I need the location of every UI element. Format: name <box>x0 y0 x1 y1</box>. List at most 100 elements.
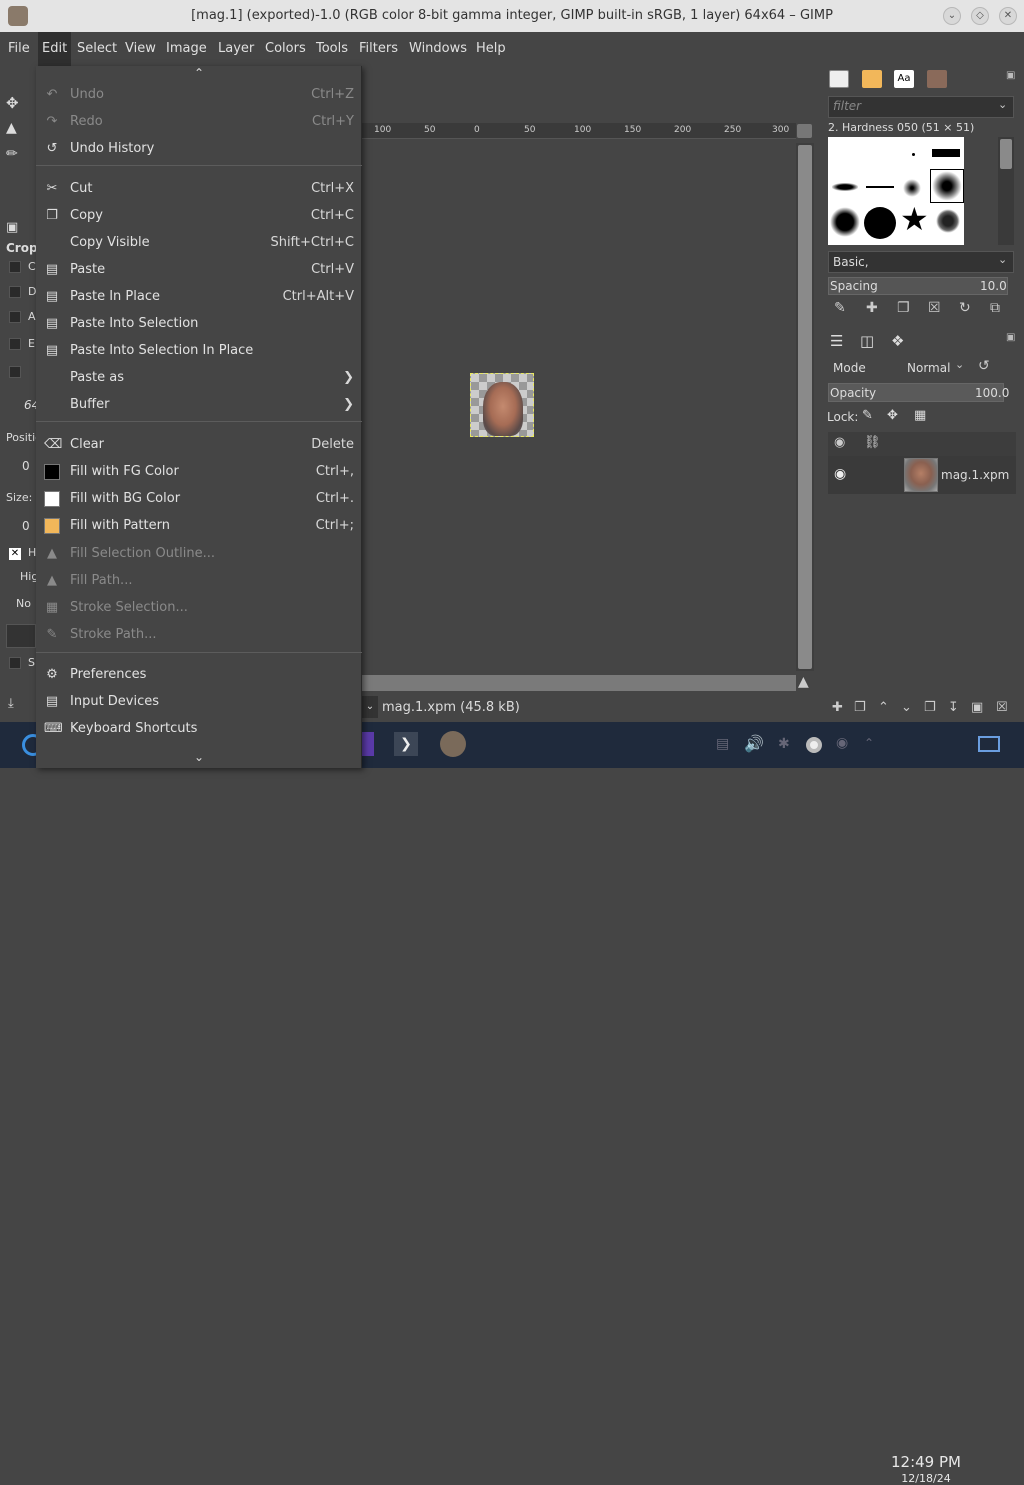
menu-item-undo[interactable]: ↶ Undo Ctrl+Z <box>36 81 362 108</box>
menu-item-undo-history[interactable]: ↺ Undo History <box>36 135 362 162</box>
pencil-tool-icon[interactable]: ✏ <box>6 146 18 162</box>
expand-tray-icon[interactable]: ⌃ <box>864 736 874 750</box>
menu-filters[interactable]: Filters <box>359 41 398 56</box>
close-button[interactable]: ✕ <box>999 7 1017 25</box>
canvas-area[interactable] <box>362 123 814 698</box>
new-brush-icon[interactable]: ✚ <box>866 300 878 316</box>
horizontal-scrollbar[interactable] <box>362 675 796 691</box>
menu-edit[interactable]: Edit <box>38 32 72 66</box>
menu-item-input-devices[interactable]: ▤ Input Devices <box>36 688 362 715</box>
image-canvas[interactable] <box>470 373 534 437</box>
highlight-checkbox[interactable]: ✕ <box>9 548 21 560</box>
volume-icon[interactable]: 🔊 <box>744 734 764 753</box>
eye-icon[interactable]: ◉ <box>834 466 846 482</box>
dock-menu-icon[interactable]: ▣ <box>1006 332 1015 343</box>
menu-item-fill-path[interactable]: ▲ Fill Path... <box>36 567 362 594</box>
menu-item-fill-bg[interactable]: Fill with BG Color Ctrl+. <box>36 485 362 512</box>
menu-file[interactable]: File <box>8 41 30 56</box>
patterns-tab-icon[interactable] <box>862 70 882 88</box>
menu-item-paste-into-selection[interactable]: ▤ Paste Into Selection <box>36 310 362 337</box>
menu-item-fill-pattern[interactable]: Fill with Pattern Ctrl+; <box>36 512 362 539</box>
size-w-value[interactable]: 0 <box>22 519 30 533</box>
delete-brush-icon[interactable]: ☒ <box>928 300 941 316</box>
navigate-icon[interactable]: ▲ <box>798 674 809 690</box>
layer-name[interactable]: mag.1.xpm <box>941 468 1009 482</box>
channels-tab-icon[interactable]: ◫ <box>860 332 874 350</box>
edit-brush-icon[interactable]: ✎ <box>834 300 846 316</box>
gimp-taskbar-icon[interactable] <box>440 731 466 757</box>
lock-position-icon[interactable]: ✥ <box>887 408 898 423</box>
dock-menu-icon[interactable]: ▣ <box>1006 70 1015 81</box>
new-layer-icon[interactable]: ✚ <box>832 700 843 715</box>
brush-thumb[interactable] <box>864 207 896 239</box>
clipboard-tray-icon[interactable]: ▤ <box>716 736 729 752</box>
menu-view[interactable]: View <box>125 41 156 56</box>
menu-item-copy-visible[interactable]: Copy Visible Shift+Ctrl+C <box>36 229 362 256</box>
menu-item-keyboard-shortcuts[interactable]: ⌨ Keyboard Shortcuts <box>36 715 362 742</box>
brush-thumb[interactable] <box>903 179 921 197</box>
reset-mode-icon[interactable]: ↺ <box>978 358 990 374</box>
lock-alpha-icon[interactable]: ▦ <box>914 408 926 423</box>
fill-tool-icon[interactable]: ▲ <box>6 120 17 136</box>
scroll-up-icon[interactable]: ⌃ <box>36 66 362 80</box>
option-checkbox[interactable] <box>9 366 21 378</box>
document-history-tab-icon[interactable] <box>927 70 947 88</box>
fonts-tab-icon[interactable]: Aa <box>894 70 914 88</box>
move-tool-icon[interactable]: ✥ <box>6 94 19 112</box>
menu-item-cut[interactable]: ✂ Cut Ctrl+X <box>36 175 362 202</box>
option-checkbox[interactable] <box>9 338 21 350</box>
chevron-down-icon[interactable]: ⌄ <box>998 98 1007 111</box>
menu-item-paste-in-place[interactable]: ▤ Paste In Place Ctrl+Alt+V <box>36 283 362 310</box>
option-button[interactable] <box>6 624 36 648</box>
menu-image[interactable]: Image <box>166 41 207 56</box>
brush-thumb[interactable] <box>912 153 915 156</box>
duplicate-brush-icon[interactable]: ❐ <box>897 300 910 316</box>
brush-filter-input[interactable]: filter <box>828 96 1014 118</box>
menu-help[interactable]: Help <box>476 41 506 56</box>
menu-layer[interactable]: Layer <box>218 41 254 56</box>
option-checkbox[interactable] <box>9 657 21 669</box>
star-brush-icon[interactable]: ★ <box>900 203 929 235</box>
menu-item-paste-into-selection-in-place[interactable]: ▤ Paste Into Selection In Place <box>36 337 362 364</box>
duplicate-layer-icon[interactable]: ❐ <box>924 700 936 715</box>
network-tray-icon[interactable]: ◉ <box>836 735 848 751</box>
taskbar-clock[interactable]: 12:49 PM <box>886 1453 966 1471</box>
media-tray-icon[interactable] <box>806 737 822 753</box>
purple-app-icon[interactable] <box>362 732 374 756</box>
menu-select[interactable]: Select <box>77 41 117 56</box>
new-group-icon[interactable]: ❐ <box>854 700 866 715</box>
show-desktop-icon[interactable] <box>978 736 1000 752</box>
menu-item-fill-fg[interactable]: Fill with FG Color Ctrl+, <box>36 458 362 485</box>
position-x-value[interactable]: 0 <box>22 459 30 473</box>
minimize-button[interactable]: ⌄ <box>943 7 961 25</box>
brushes-tab-icon[interactable] <box>829 70 849 88</box>
scroll-down-icon[interactable]: ⌄ <box>36 750 362 764</box>
maximize-button[interactable]: ◇ <box>971 7 989 25</box>
layers-tab-icon[interactable]: ☰ <box>830 332 843 350</box>
save-options-icon[interactable]: ⤓ <box>8 696 14 711</box>
menu-item-paste[interactable]: ▤ Paste Ctrl+V <box>36 256 362 283</box>
tool-options-tab-icon[interactable]: ▣ <box>6 220 18 235</box>
brush-thumb-selected[interactable] <box>930 169 964 203</box>
vertical-scroll-thumb[interactable] <box>798 145 812 669</box>
option-checkbox[interactable] <box>9 286 21 298</box>
mask-icon[interactable]: ▣ <box>971 700 983 715</box>
menu-item-paste-as[interactable]: Paste as ❯ <box>36 364 362 391</box>
menu-item-stroke-path[interactable]: ✎ Stroke Path... <box>36 621 362 648</box>
terminal-taskbar-icon[interactable]: ❯ <box>394 732 418 756</box>
bluetooth-icon[interactable]: ✱ <box>778 736 790 752</box>
guides-dropdown[interactable]: No <box>16 597 31 610</box>
menu-windows[interactable]: Windows <box>409 41 467 56</box>
brush-scrollbar[interactable] <box>998 137 1014 245</box>
option-checkbox[interactable] <box>9 311 21 323</box>
menu-colors[interactable]: Colors <box>265 41 306 56</box>
menu-item-redo[interactable]: ↷ Redo Ctrl+Y <box>36 108 362 135</box>
open-brush-icon[interactable]: ⧉ <box>990 300 1000 316</box>
merge-down-icon[interactable]: ↧ <box>948 700 959 715</box>
brush-grid[interactable]: ★ <box>828 137 964 245</box>
brush-thumb[interactable] <box>866 186 894 188</box>
refresh-brushes-icon[interactable]: ↻ <box>959 300 971 316</box>
menu-item-copy[interactable]: ❐ Copy Ctrl+C <box>36 202 362 229</box>
lower-layer-icon[interactable]: ⌄ <box>901 700 912 715</box>
brush-thumb[interactable] <box>936 209 960 233</box>
